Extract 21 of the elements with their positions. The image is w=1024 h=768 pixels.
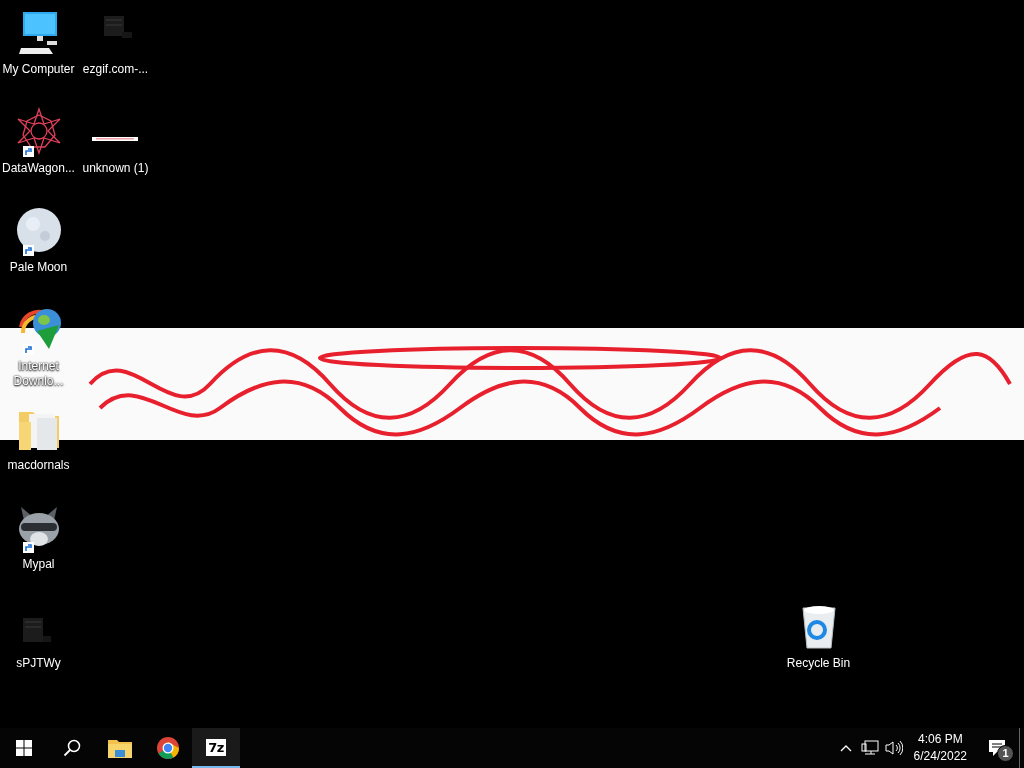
windows-logo-icon (16, 740, 32, 756)
speaker-icon[interactable] (884, 740, 903, 756)
icon-label[interactable]: Pale Moon (1, 260, 76, 275)
icon-label[interactable]: My Computer (1, 62, 76, 77)
archiver-button[interactable]: 7z (192, 728, 240, 768)
icon-label[interactable]: Recycle Bin (781, 656, 856, 671)
chevron-up-icon[interactable] (839, 744, 852, 752)
search-icon (63, 739, 81, 757)
folder-icon (108, 738, 132, 758)
clock[interactable]: 4:06 PM 6/24/2022 (905, 728, 975, 768)
icon-label[interactable]: DataWagon... (1, 161, 76, 176)
moon-icon[interactable] (14, 206, 63, 254)
icon-label[interactable]: ezgif.com-... (78, 62, 153, 77)
icon-label[interactable]: unknown (1) (78, 161, 153, 176)
icon-label[interactable]: Mypal (1, 557, 76, 572)
network-icon[interactable] (860, 740, 879, 756)
icon-label[interactable]: Internet Downlo... (1, 359, 76, 389)
icon-label[interactable]: sPJTWy (1, 656, 76, 671)
notification-count-badge: 1 (997, 745, 1014, 762)
browser-icon (156, 736, 180, 760)
icon-label[interactable]: macdornals (1, 458, 76, 473)
